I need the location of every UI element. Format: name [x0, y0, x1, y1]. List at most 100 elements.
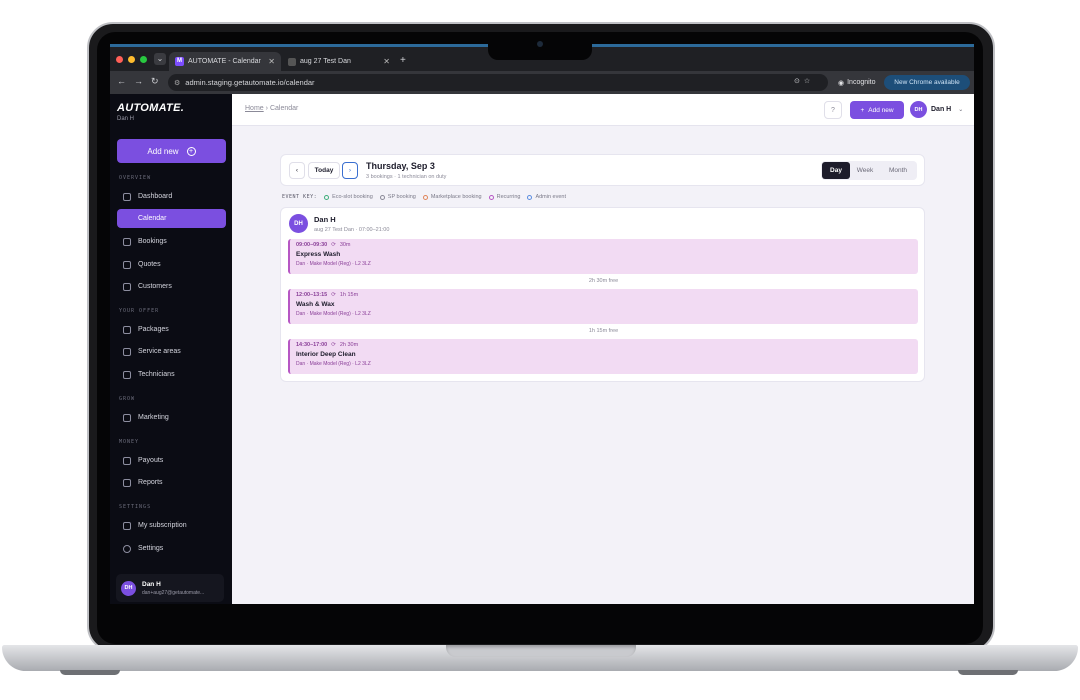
event-key-item-label: Marketplace booking [430, 194, 482, 200]
chevron-down-icon: ⌄ [958, 107, 964, 113]
car-icon [123, 282, 131, 291]
avatar: DH [121, 580, 136, 596]
technician-header: DH Dan H aug 27 Test Dan · 07:00–21:00 [289, 214, 389, 233]
maximize-window-icon[interactable] [140, 56, 147, 63]
tab-title: AUTOMATE - Calendar [188, 58, 261, 65]
view-week-button[interactable]: Week [850, 162, 880, 179]
avatar: DH [910, 101, 927, 118]
update-chrome-button[interactable]: New Chrome available [884, 75, 970, 90]
booking-time: 09:00–09:30 ⟳ 30m [296, 242, 912, 248]
incognito-indicator[interactable]: ◉ Incognito [834, 75, 880, 90]
question-icon: ? [831, 106, 835, 114]
admin-dot-icon [527, 194, 533, 200]
view-day-button[interactable]: Day [822, 162, 850, 179]
section-money: MONEY [119, 439, 140, 445]
sidebar-item-marketing[interactable]: Marketing [117, 408, 226, 427]
sidebar-item-technicians[interactable]: Technicians [117, 365, 226, 384]
booking-duration: 1h 15m [339, 292, 359, 298]
extension-icons[interactable]: ⊙☆ [794, 77, 814, 85]
forward-icon[interactable]: → [134, 76, 143, 86]
booking-time-range: 14:30–17:00 [296, 342, 328, 348]
close-window-icon[interactable] [116, 56, 123, 63]
browser-toolbar: ← → ↻ ⚙ admin.staging.getautomate.io/cal… [110, 71, 974, 94]
sidebar-item-label: Payouts [138, 457, 164, 464]
minimize-window-icon[interactable] [128, 56, 135, 63]
sidebar-item-customers[interactable]: Customers [117, 277, 226, 296]
recurring-icon: ⟳ [331, 342, 336, 348]
next-day-button[interactable]: › [342, 162, 358, 179]
user-email: dan+aug27@getautomate... [142, 589, 205, 596]
sidebar-item-label: Service areas [138, 348, 181, 355]
sidebar-item-quotes[interactable]: Quotes [117, 255, 226, 274]
sidebar-add-new-button[interactable]: Add new + [117, 139, 226, 163]
booking-time-range: 09:00–09:30 [296, 242, 328, 248]
bookings-icon [123, 237, 131, 246]
marketplace-dot-icon [422, 194, 428, 200]
booking-card-interior-deep-clean[interactable]: 14:30–17:00 ⟳ 2h 30m Interior Deep Clean D… [288, 339, 918, 374]
booking-card-wash-wax[interactable]: 12:00–13:15 ⟳ 1h 15m Wash & Wax Dan · Make… [288, 289, 918, 324]
close-tab-icon[interactable]: ✕ [383, 57, 390, 66]
tab-title: aug 27 Test Dan [300, 58, 351, 65]
help-button[interactable]: ? [824, 101, 842, 119]
sidebar-item-bookings[interactable]: Bookings [117, 232, 226, 251]
user-menu[interactable]: DH Dan H ⌄ [910, 101, 963, 118]
header-add-new-button[interactable]: + Add new [850, 101, 904, 119]
sidebar-item-settings[interactable]: Settings [117, 539, 226, 558]
sidebar-item-my-subscription[interactable]: My subscription [117, 516, 226, 535]
booking-time: 14:30–17:00 ⟳ 2h 30m [296, 342, 912, 348]
booking-title: Wash & Wax [296, 301, 335, 308]
sidebar-user-card[interactable]: DH Dan H dan+aug27@getautomate... [116, 574, 224, 602]
close-tab-icon[interactable]: ✕ [268, 57, 275, 66]
sidebar-item-label: Calendar [138, 215, 167, 222]
brand-logo[interactable]: AUTOMATE. [117, 102, 184, 114]
sidebar-item-dashboard[interactable]: Dashboard [117, 187, 226, 206]
star-icon [123, 413, 131, 422]
sidebar-item-payouts[interactable]: Payouts [117, 451, 226, 470]
new-tab-icon[interactable]: + [400, 55, 406, 66]
booking-details: Dan · Make Model (Reg) · L2 3LZ [296, 361, 371, 367]
section-grow: GROW [119, 396, 136, 402]
window-controls [116, 56, 147, 63]
tag-icon [123, 260, 131, 269]
section-overview: OVERVIEW [119, 175, 152, 181]
free-gap-label: 2h 30m free [588, 278, 619, 284]
package-icon [123, 325, 131, 334]
booking-card-express-wash[interactable]: 09:00–09:30 ⟳ 30m Express Wash Dan · Make … [288, 239, 918, 274]
recurring-icon: ⟳ [331, 292, 336, 298]
sidebar: AUTOMATE. Dan H Add new + OVERVIEW Dashb… [110, 94, 232, 604]
previous-day-button[interactable]: ‹ [289, 162, 305, 179]
sidebar-item-label: Reports [138, 479, 163, 486]
event-key-marketplace: Marketplace booking [422, 194, 482, 200]
breadcrumb-home-link[interactable]: Home [245, 105, 264, 112]
event-key-item-label: Admin event [535, 194, 567, 200]
view-month-button[interactable]: Month [880, 162, 916, 179]
subscription-icon [123, 521, 131, 530]
back-icon[interactable]: ← [117, 76, 126, 86]
event-key-item-label: SP booking [387, 194, 416, 200]
event-key-sp: SP booking [379, 194, 416, 200]
tab-aug27-test-dan[interactable]: aug 27 Test Dan ✕ [282, 52, 396, 71]
sidebar-item-label: Settings [138, 545, 164, 552]
breadcrumb-separator: › [265, 105, 268, 112]
booking-details: Dan · Make Model (Reg) · L2 3LZ [296, 311, 371, 317]
reload-icon[interactable]: ↻ [151, 76, 159, 87]
today-button[interactable]: Today [308, 162, 340, 179]
home-icon [123, 192, 131, 201]
sidebar-item-calendar[interactable]: Calendar [117, 209, 226, 228]
sidebar-item-packages[interactable]: Packages [117, 320, 226, 339]
sidebar-item-service-areas[interactable]: Service areas [117, 342, 226, 361]
view-switcher: Day Week Month [821, 161, 917, 180]
tab-search-icon[interactable]: ⌄ [154, 53, 166, 65]
event-key: EVENT KEY: Eco-slot booking SP booking M… [282, 194, 566, 200]
sidebar-item-reports[interactable]: Reports [117, 473, 226, 492]
section-settings: SETTINGS [119, 504, 152, 510]
site-settings-icon[interactable]: ⚙ [174, 79, 180, 87]
date-title: Thursday, Sep 3 [366, 161, 435, 171]
address-bar[interactable]: ⚙ admin.staging.getautomate.io/calendar [168, 74, 828, 91]
booking-time-range: 12:00–13:15 [296, 292, 328, 298]
booking-title: Express Wash [296, 251, 341, 258]
payout-icon [123, 456, 131, 465]
screen: ⌄ M AUTOMATE - Calendar ✕ aug 27 Test Da… [110, 44, 974, 604]
tab-automate-calendar[interactable]: M AUTOMATE - Calendar ✕ [169, 52, 281, 71]
sidebar-item-label: Technicians [138, 371, 175, 378]
